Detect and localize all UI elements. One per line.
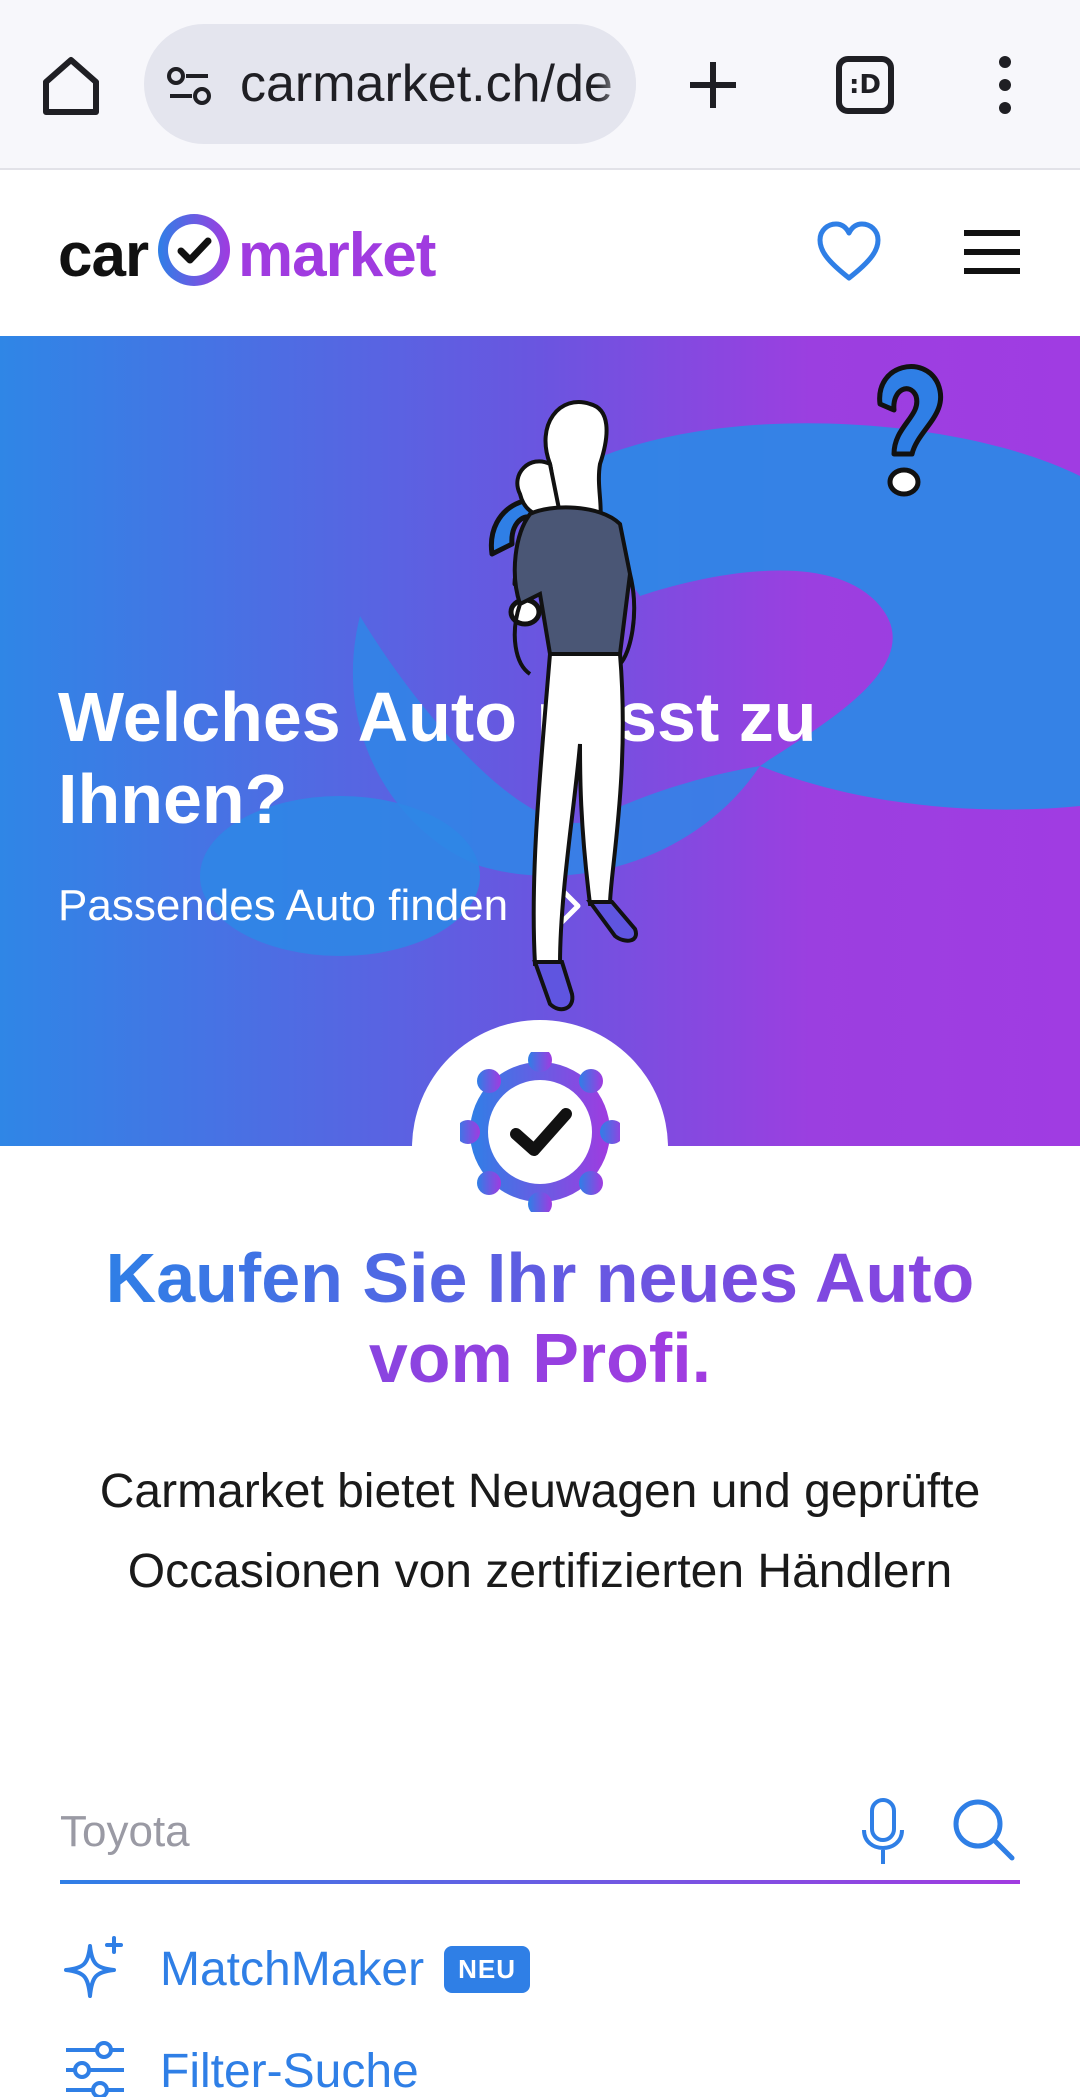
favorites-heart-icon[interactable] — [816, 220, 882, 286]
sparkle-icon — [64, 1936, 123, 1998]
hamburger-menu-icon[interactable] — [964, 228, 1020, 276]
intro-headline: Kaufen Sie Ihr neues Auto vom Profi. — [105, 1239, 975, 1397]
home-icon[interactable] — [38, 52, 104, 118]
intro-description: Carmarket bietet Neuwagen und geprüfte O… — [99, 1465, 981, 1598]
search-underline — [60, 1880, 1020, 1884]
search-input[interactable] — [60, 1782, 840, 1882]
site-header: car market — [0, 172, 1080, 336]
tab-switcher-button[interactable]: :D — [836, 56, 894, 114]
filter-search-link[interactable]: Filter-Suche — [60, 2036, 419, 2097]
new-tab-icon[interactable] — [680, 52, 746, 118]
url-text: carmarket.ch/de — [240, 55, 613, 113]
check-badge-icon — [158, 214, 230, 286]
microphone-icon[interactable] — [858, 1796, 908, 1868]
sliders-icon — [66, 2041, 124, 2097]
carmarket-logo[interactable]: car market — [58, 210, 458, 300]
more-options-icon[interactable] — [990, 52, 1020, 118]
new-badge: NEU — [444, 1945, 530, 1993]
search-icon[interactable] — [950, 1796, 1016, 1862]
address-bar[interactable]: carmarket.ch/de — [144, 24, 636, 144]
certified-check-seal-icon — [460, 1052, 620, 1212]
site-settings-icon[interactable] — [166, 66, 212, 106]
matchmaker-link[interactable]: MatchMaker NEU — [60, 1934, 530, 2004]
browser-toolbar: carmarket.ch/de :D — [0, 0, 1080, 170]
search-bar — [60, 1782, 1020, 1884]
